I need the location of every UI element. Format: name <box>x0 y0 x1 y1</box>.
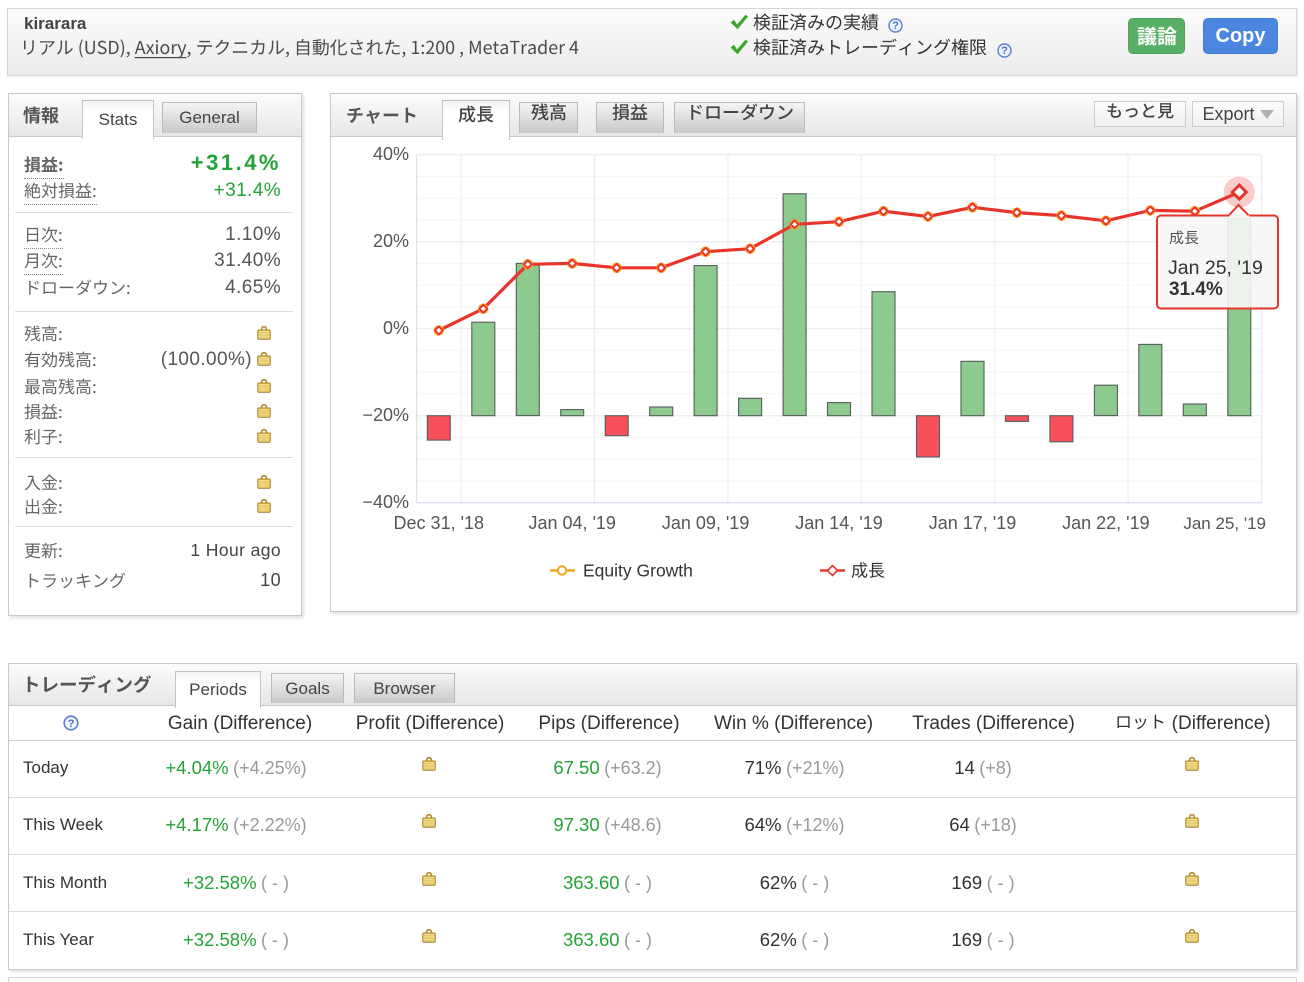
svg-text:?: ? <box>892 20 899 32</box>
svg-text:−20%: −20% <box>362 405 409 425</box>
svg-text:0%: 0% <box>383 318 409 338</box>
svg-text:Jan 09, '19: Jan 09, '19 <box>662 513 750 533</box>
svg-text:Jan 17, '19: Jan 17, '19 <box>929 513 1017 533</box>
svg-text:Jan 04, '19: Jan 04, '19 <box>528 513 616 533</box>
svg-text:Equity Growth: Equity Growth <box>583 561 693 581</box>
svg-text:?: ? <box>68 718 75 730</box>
svg-text:Jan 25, '19: Jan 25, '19 <box>1183 514 1266 533</box>
svg-text:−40%: −40% <box>362 492 409 512</box>
svg-text:Jan 14, '19: Jan 14, '19 <box>795 513 883 533</box>
svg-text:Dec 31, '18: Dec 31, '18 <box>394 513 485 533</box>
svg-text:40%: 40% <box>373 144 409 164</box>
svg-text:31.4%: 31.4% <box>1169 279 1223 300</box>
svg-text:Jan 22, '19: Jan 22, '19 <box>1062 513 1150 533</box>
svg-text:Jan 25, '19: Jan 25, '19 <box>1168 257 1263 279</box>
svg-text:?: ? <box>1001 45 1008 57</box>
svg-text:20%: 20% <box>373 231 409 251</box>
